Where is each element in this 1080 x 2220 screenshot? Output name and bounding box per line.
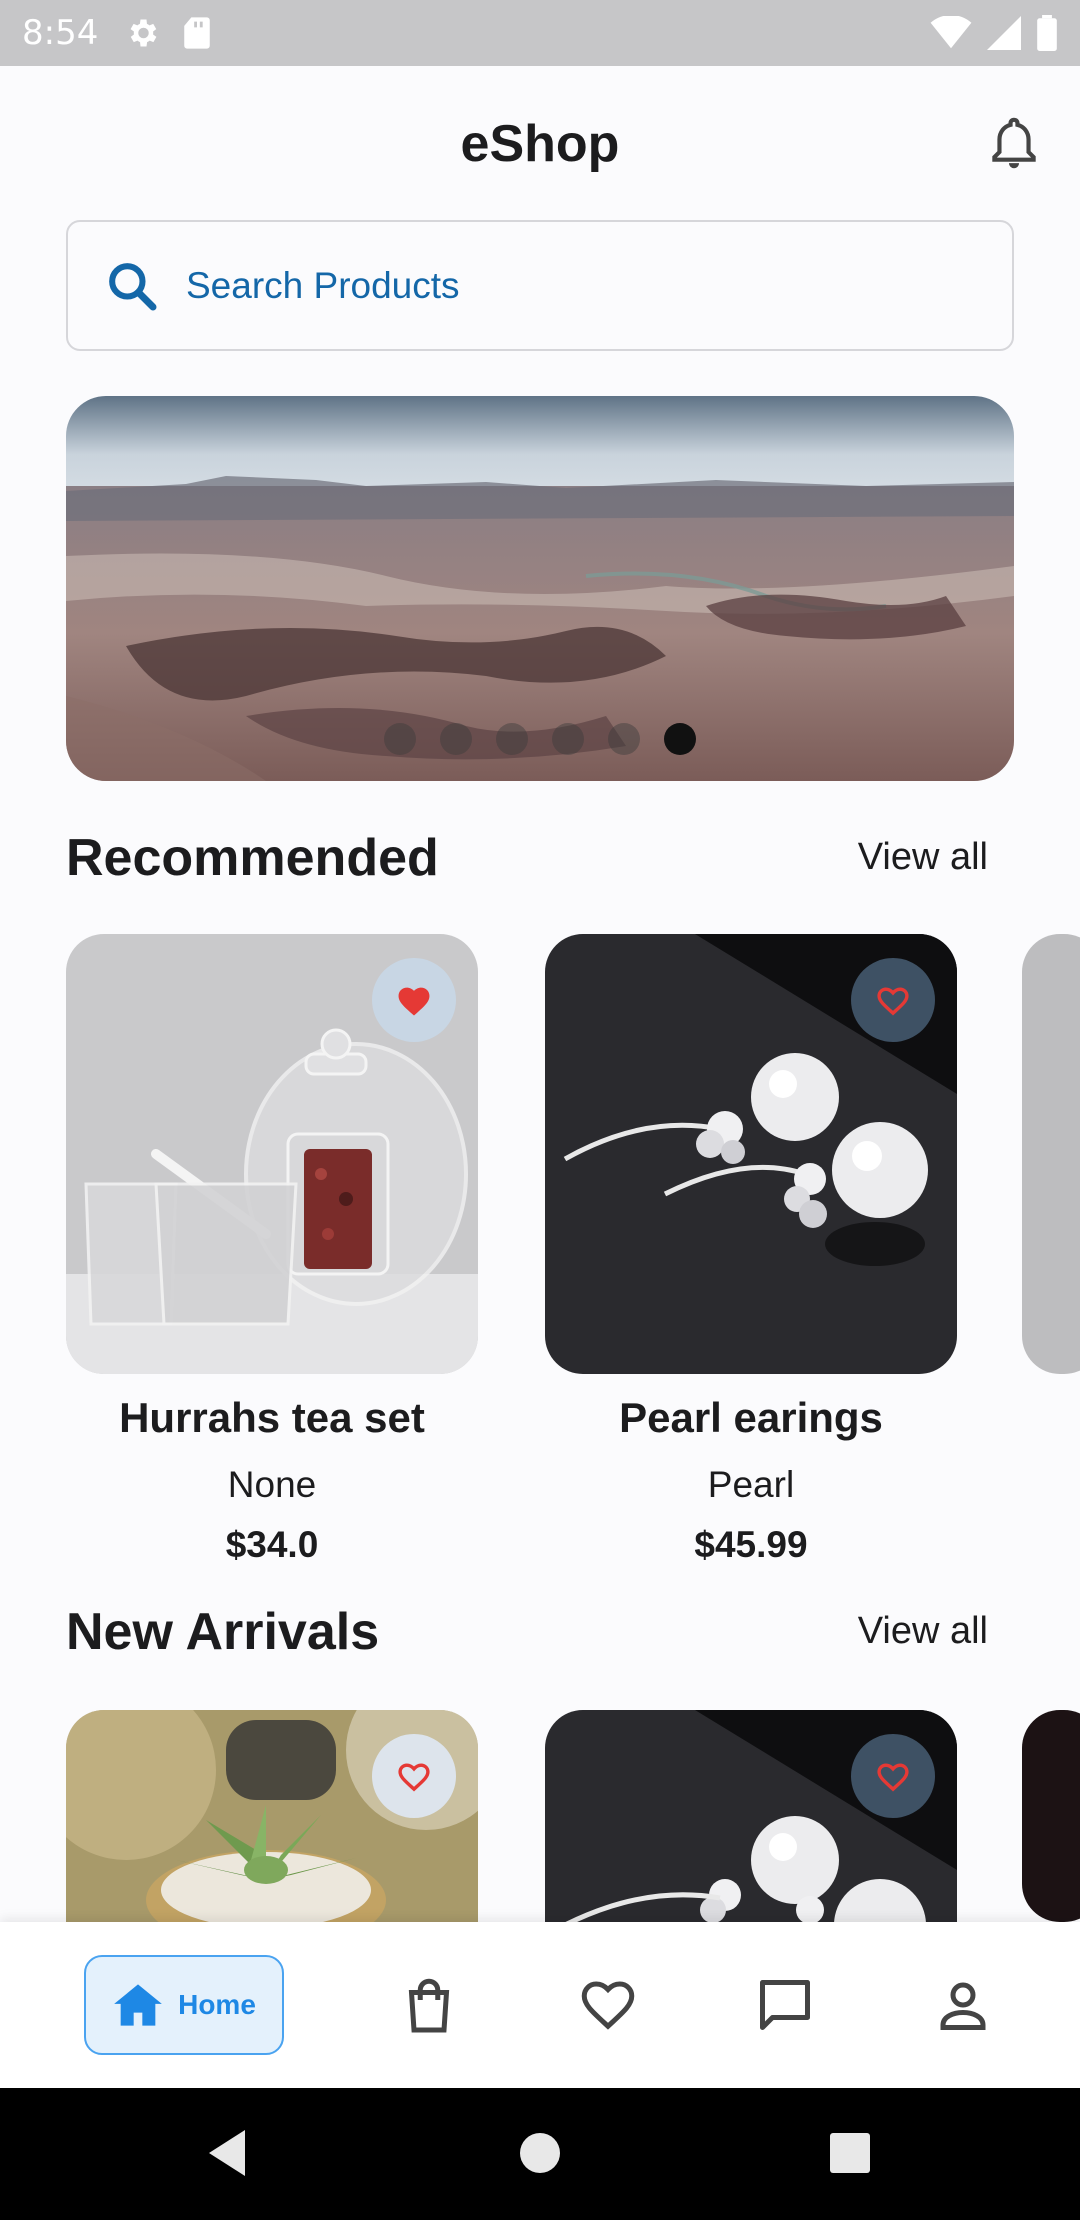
app-title: eShop [460,115,620,173]
banner-carousel[interactable] [66,396,1014,781]
favorite-button[interactable] [372,1734,456,1818]
product-image [66,934,478,1374]
favorite-button[interactable] [851,1734,935,1818]
product-card[interactable] [66,1710,478,1922]
battery-icon [1037,15,1057,51]
product-card-peek[interactable] [1022,1710,1080,1922]
heart-outline-icon [877,987,909,1016]
product-name: Pearl earings [619,1394,883,1441]
chat-icon[interactable] [755,1975,815,2035]
new-arrivals-view-all-link[interactable]: View all [858,1610,988,1653]
system-navigation-bar [0,2088,1080,2220]
search-placeholder: Search Products [186,264,460,306]
carousel-dot-active[interactable] [664,723,696,755]
wifi-icon [930,16,972,49]
product-image [545,1710,957,1922]
app-bar: eShop [0,66,1080,224]
product-card[interactable]: Hurrahs tea set None $34.0 [66,934,478,1566]
product-image [66,1710,478,1922]
product-card-peek[interactable] [1022,934,1080,1374]
notification-bell-icon[interactable] [986,114,1042,174]
recents-icon[interactable] [828,2128,872,2178]
screen: 8:54 eShop Search Products Recommended V… [0,0,1080,2220]
carousel-dot[interactable] [496,723,528,755]
search-bar[interactable]: Search Products [66,220,1014,351]
carousel-indicators [66,723,1014,755]
product-image [545,934,957,1374]
new-arrivals-title: New Arrivals [66,1603,380,1661]
home-circle-icon[interactable] [518,2128,562,2178]
recommended-title: Recommended [66,829,439,887]
search-icon [109,262,157,310]
product-price: $45.99 [694,1524,808,1565]
home-icon [114,1984,162,2026]
shopping-bag-icon[interactable] [399,1975,459,2035]
carousel-dot[interactable] [552,723,584,755]
status-bar: 8:54 [0,0,1080,66]
nav-home-button[interactable]: Home [84,1955,284,2055]
recommended-view-all-link[interactable]: View all [858,836,988,879]
product-category: None [227,1464,317,1505]
signal-icon [987,16,1021,50]
back-icon[interactable] [205,2128,249,2178]
profile-icon[interactable] [933,1975,993,2035]
heart-filled-icon [398,987,430,1016]
product-card[interactable] [545,1710,957,1922]
status-time: 8:54 [22,13,99,53]
favorite-button[interactable] [851,958,935,1042]
carousel-dot[interactable] [384,723,416,755]
bottom-navigation: Home [0,1922,1080,2088]
favorite-button[interactable] [372,958,456,1042]
heart-outline-icon [398,1763,430,1792]
product-price: $34.0 [225,1524,319,1565]
product-name: Hurrahs tea set [119,1394,425,1441]
product-category: Pearl [707,1464,795,1505]
settings-icon [130,19,157,47]
carousel-dot[interactable] [608,723,640,755]
sd-card-icon [184,17,211,49]
nav-home-label: Home [178,1989,256,2020]
heart-icon[interactable] [578,1975,638,2035]
heart-outline-icon [877,1763,909,1792]
product-card[interactable]: Pearl earings Pearl $45.99 [545,934,957,1566]
carousel-dot[interactable] [440,723,472,755]
